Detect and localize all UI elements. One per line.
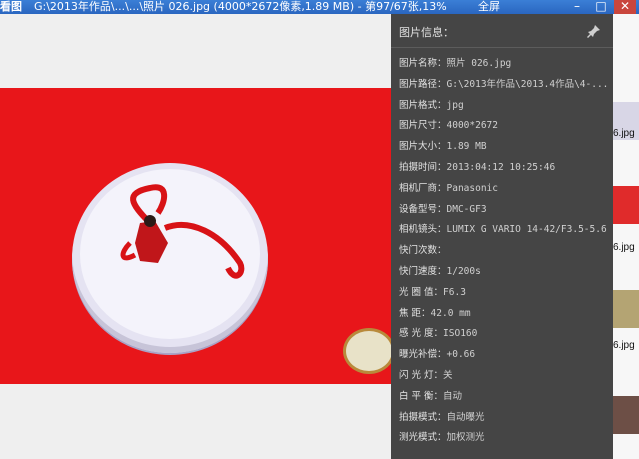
thumbnail-item[interactable] [613,186,639,224]
window-title: G:\2013年作品\...\...\照片 026.jpg (4000*2672… [34,0,447,13]
fullscreen-label[interactable]: 全屏 [478,0,500,13]
info-row-shutter-count: 快门次数： [399,245,447,257]
info-row-metering-mode: 测光模式：加权测光 [399,432,485,444]
info-row-focal-length: 焦 距：42.0 mm [399,307,471,319]
thumbnail-label: 6.jpg [613,242,635,253]
info-panel-title: 图片信息： [399,26,454,39]
title-bar[interactable]: 看图 G:\2013年作品\...\...\照片 026.jpg (4000*2… [0,0,639,14]
info-row-format: 图片格式：jpg [399,99,464,111]
info-row-iso: 感 光 度：ISO160 [399,328,478,340]
info-row-flash: 闪 光 灯：关 [399,369,453,381]
info-row-path: 图片路径：G:\2013年作品\2013.4作品\4-... [399,78,609,90]
thumbnail-item[interactable] [613,396,639,434]
info-row-aperture: 光 圈 值：F6.3 [399,286,466,298]
info-row-camera-model: 设备型号：DMC-GF3 [399,203,487,215]
image-viewer-window: 看图 G:\2013年作品\...\...\照片 026.jpg (4000*2… [0,0,639,459]
thumbnail-item[interactable] [613,290,639,328]
info-row-name: 图片名称：照片 026.jpg [399,58,512,69]
image-info-panel: 图片信息： 图片名称：照片 026.jpg 图片路径：G:\2013年作品\20… [391,14,613,459]
info-row-size: 图片大小：1.89 MB [399,141,487,153]
info-row-lens: 相机镜头：LUMIX G VARIO 14-42/F3.5-5.6 [399,224,607,236]
photo [0,88,392,384]
info-panel-header: 图片信息： [391,14,613,48]
small-drum-shape [343,328,392,374]
info-row-capture-time: 拍摄时间：2013:04:12 10:25:46 [399,161,556,173]
minimize-button[interactable]: – [566,0,588,14]
info-row-camera-maker: 相机厂商：Panasonic [399,182,498,194]
info-row-white-balance: 白 平 衡：自动 [399,390,463,402]
dancer-figure [120,184,245,279]
info-row-exposure-comp: 曝光补偿：+0.66 [399,349,476,361]
info-row-exposure-mode: 拍摄模式：自动曝光 [399,411,485,423]
info-row-shutter-speed: 快门速度：1/200s [399,265,481,277]
thumbnail-strip[interactable]: 6.jpg 6.jpg 6.jpg [613,14,639,459]
app-name: 看图 [0,0,22,13]
info-rows: 图片名称：照片 026.jpg 图片路径：G:\2013年作品\2013.4作品… [399,54,609,449]
info-row-dimensions: 图片尺寸：4000*2672 [399,120,498,132]
pin-icon[interactable] [587,24,601,38]
thumbnail-label: 6.jpg [613,128,635,139]
maximize-button[interactable]: □ [590,0,612,14]
close-button[interactable]: ✕ [614,0,636,14]
thumbnail-label: 6.jpg [613,340,635,351]
